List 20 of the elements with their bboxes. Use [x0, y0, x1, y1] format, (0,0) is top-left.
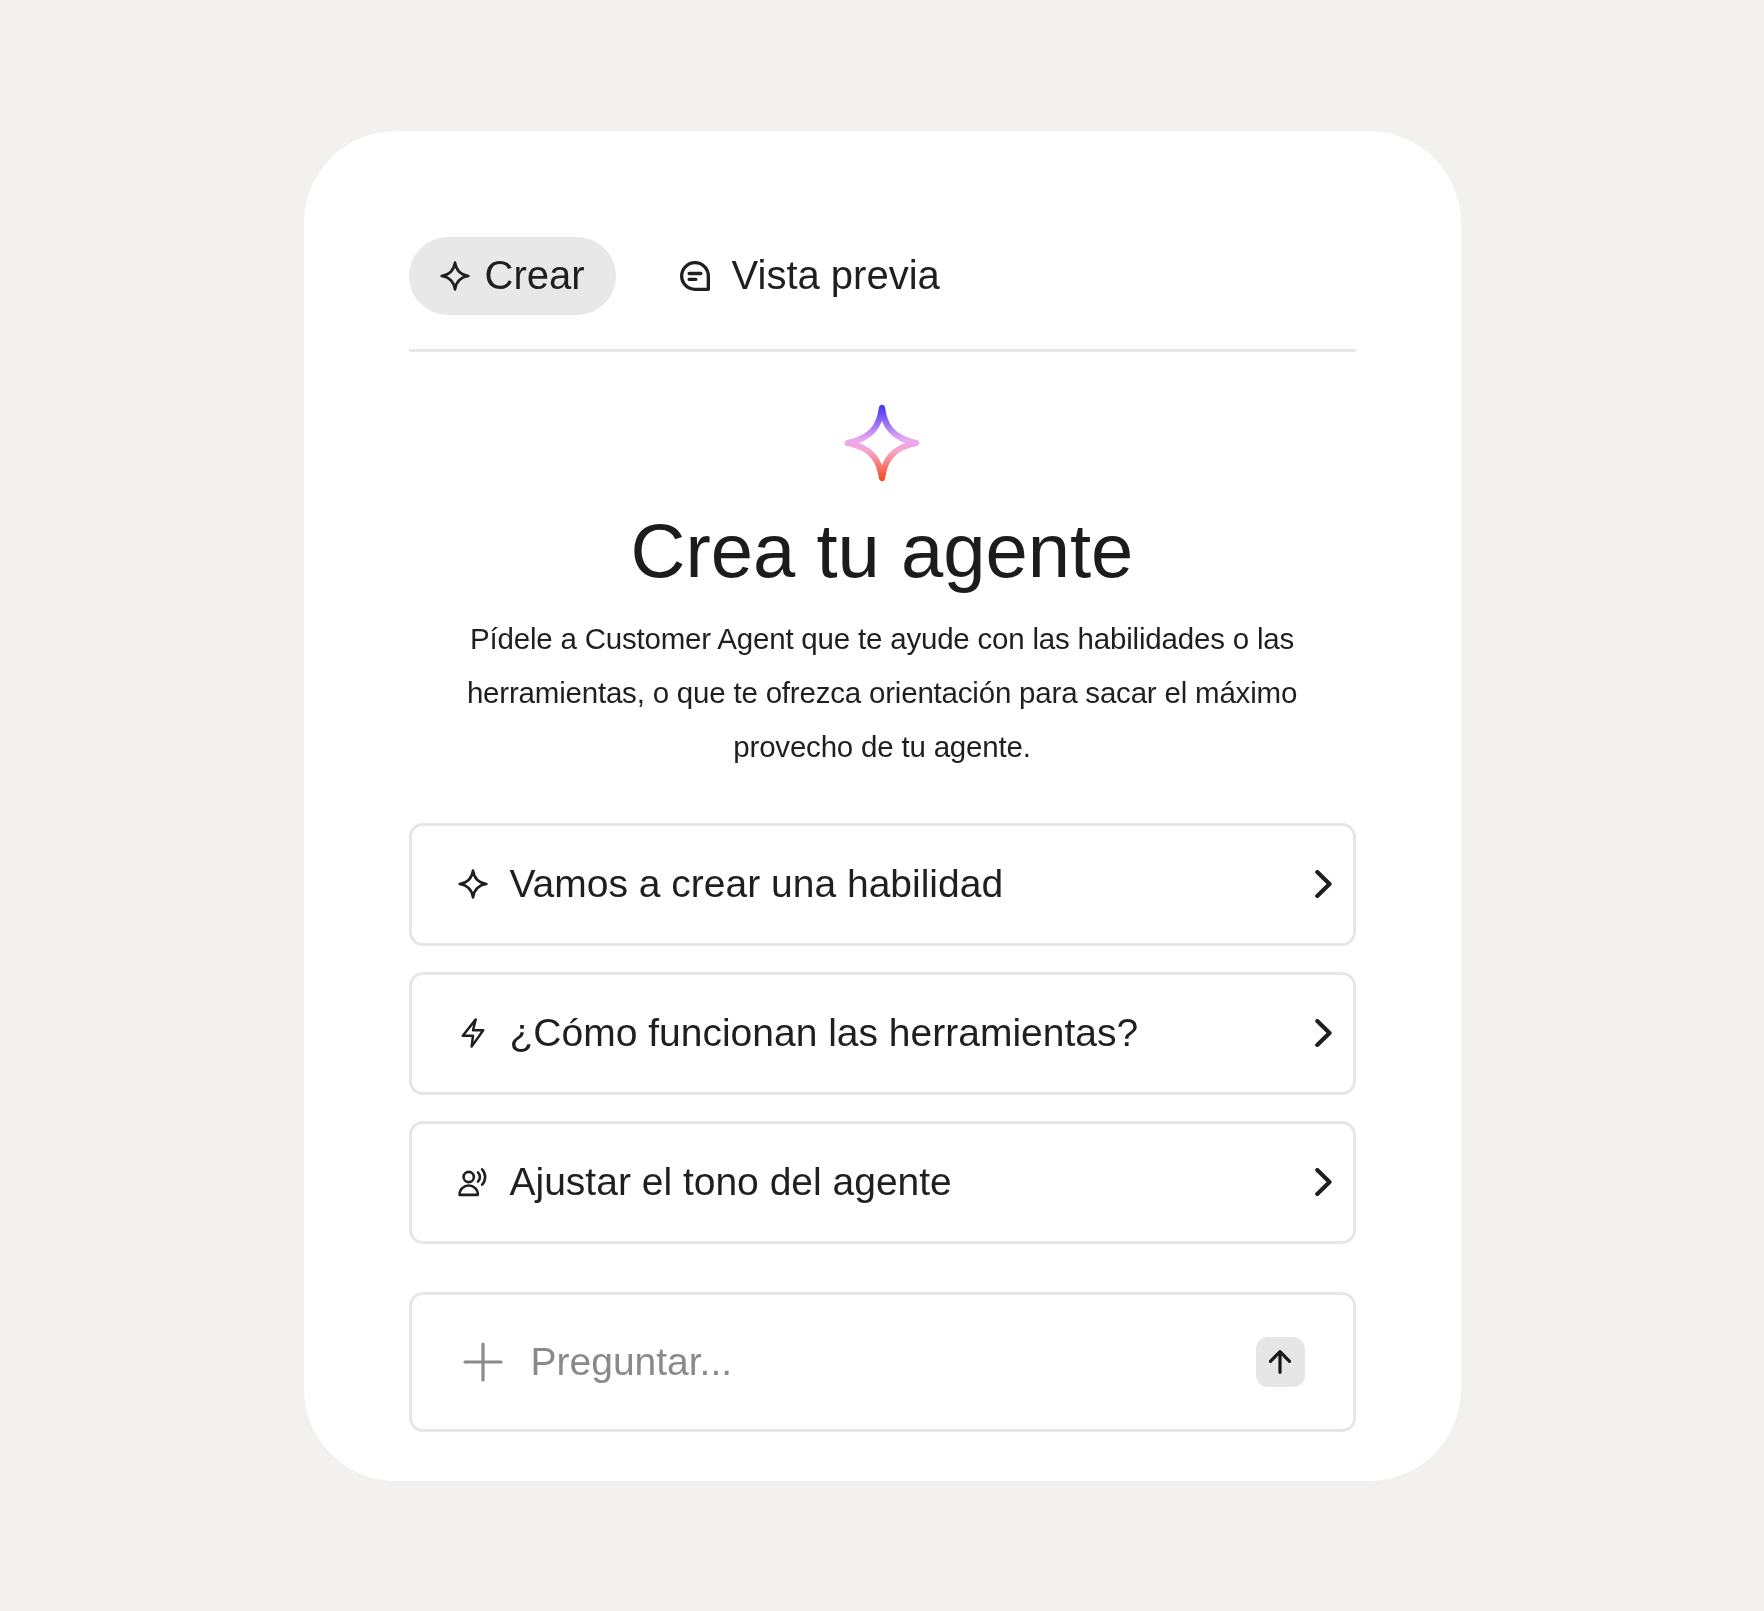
- chevron-right-icon: [1314, 870, 1332, 898]
- chat-bubble-icon: [679, 260, 710, 291]
- description: Pídele a Customer Agent que te ayude con las habilidades o las herramientas, o que te ofrezca orientación para sacar el máximo provecho de tu agente.: [465, 620, 1299, 765]
- plus-icon[interactable]: [462, 1341, 503, 1382]
- sparkle-icon: [844, 403, 920, 482]
- message-input[interactable]: Preguntar...: [530, 1333, 1236, 1390]
- send-button[interactable]: [1255, 1336, 1305, 1387]
- message-field[interactable]: Preguntar...: [408, 1291, 1356, 1432]
- chevron-right-icon: [1314, 1019, 1332, 1047]
- sparkle-icon: [457, 869, 488, 899]
- tab[interactable]: Crear: [408, 236, 616, 315]
- suggestion-button[interactable]: Vamos a crear una habilidad: [408, 822, 1356, 946]
- person-speaking-icon: [457, 1167, 488, 1197]
- arrow-up-icon: [1269, 1349, 1291, 1374]
- sparkle-icon: [439, 260, 470, 291]
- suggestion-button[interactable]: ¿Cómo funcionan las herramientas?: [408, 971, 1356, 1095]
- tab[interactable]: Vista previa: [648, 236, 971, 315]
- chevron-right-icon: [1314, 1168, 1332, 1196]
- heading: Crea tu agente: [629, 508, 1135, 593]
- suggestion-button[interactable]: Ajustar el tono del agente: [408, 1120, 1356, 1244]
